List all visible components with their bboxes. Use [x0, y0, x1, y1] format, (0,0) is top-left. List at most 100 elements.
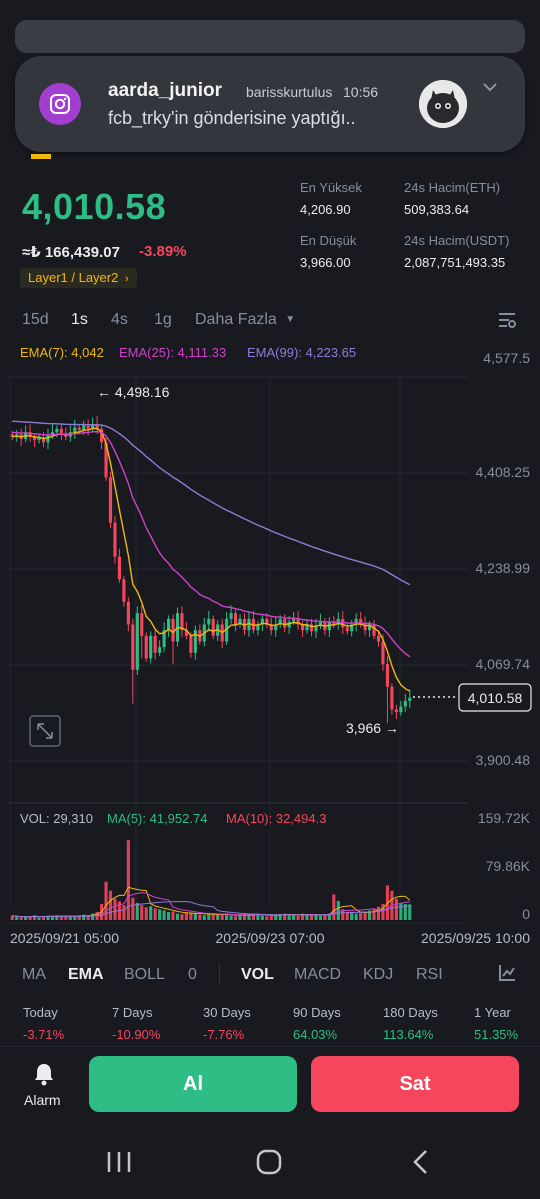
volume-bar [140, 905, 144, 920]
time-axis: 2025/09/21 05:00 2025/09/23 07:00 2025/09/… [10, 930, 530, 945]
performance-value: -10.90% [112, 1027, 161, 1042]
tab-1g[interactable]: 1g [154, 311, 172, 329]
divider [219, 963, 220, 985]
current-price-label: 4,010.58 [468, 690, 523, 706]
ema25-line [12, 430, 411, 658]
ma10-legend: MA(10): 32,494.3 [226, 811, 326, 826]
tab-4s[interactable]: 4s [111, 311, 128, 329]
candle-body [149, 635, 153, 659]
home-icon[interactable] [256, 1149, 282, 1180]
performance-label: 180 Days [383, 1005, 438, 1020]
chevron-right-icon: › [124, 273, 129, 285]
notification-card[interactable]: aarda_junior barisskurtulus 10:56 fcb_tr… [15, 56, 525, 152]
sell-button[interactable]: Sat [311, 1056, 519, 1112]
volume-bar [126, 840, 130, 920]
candle-body [283, 618, 287, 628]
volume-bar [234, 916, 238, 920]
volume-bar [287, 914, 291, 920]
bell-icon[interactable] [33, 1062, 55, 1086]
chart-settings-icon[interactable] [497, 310, 517, 330]
chart-grid [8, 376, 468, 924]
candle-body [46, 435, 50, 443]
candle-body [126, 601, 130, 625]
notification-user: barisskurtulus [246, 84, 333, 100]
more-timeframes-dropdown[interactable]: Daha Fazla ▼ [195, 311, 295, 329]
volume-bar [171, 911, 175, 920]
volume-bar [131, 897, 135, 920]
candle-body [59, 428, 63, 434]
volume-bar [19, 917, 23, 920]
volume-bar [175, 913, 180, 920]
instagram-icon [39, 83, 81, 125]
notification-title: aarda_junior [108, 80, 223, 101]
candle-body [390, 686, 394, 710]
volume-base-label: 24s Hacim(ETH) [404, 180, 501, 195]
last-price: 4,010.58 [22, 186, 167, 227]
expand-icon[interactable] [29, 715, 61, 747]
performance-label: 90 Days [293, 1005, 341, 1020]
volume-axis: 159.72K 79.86K 0 [478, 810, 531, 922]
candle-body [131, 624, 135, 670]
change-percent: -3.89% [139, 243, 187, 260]
candle-body [193, 630, 197, 653]
candle-body [153, 635, 157, 653]
volume-bar [220, 915, 224, 920]
price-tick: 4,577.5 [483, 350, 530, 366]
notification-text: fcb_trky'in gönderisine yaptığı.. [108, 108, 356, 128]
volume-bar [162, 910, 166, 920]
volume-bar [354, 913, 358, 920]
candle-body [385, 664, 389, 687]
candle-body [345, 627, 349, 632]
ema25-legend: EMA(25): 4,111.33 [119, 345, 226, 360]
candle-body [113, 522, 117, 557]
price-tick: 3,900.48 [476, 752, 531, 768]
candle-body [408, 697, 412, 701]
volume-bar [73, 916, 77, 920]
recent-apps-icon[interactable] [106, 1150, 132, 1179]
buy-button[interactable]: Al [89, 1056, 297, 1112]
indicator-settings-icon[interactable] [497, 963, 517, 983]
candle-body [229, 613, 233, 619]
volume-bar [408, 904, 412, 920]
candle-body [73, 427, 77, 433]
price-chart[interactable]: EMA(7): 4,042 EMA(25): 4,111.33 EMA(99):… [0, 335, 540, 945]
ema-legend: EMA(7): 4,042 EMA(25): 4,111.33 EMA(99):… [20, 345, 356, 360]
low-annotation: 3,966 → [346, 720, 399, 736]
indicator-boll[interactable]: BOLL [124, 966, 165, 984]
volume-bar [198, 914, 202, 920]
performance-label: 30 Days [203, 1005, 251, 1020]
alarm-label[interactable]: Alarm [24, 1092, 61, 1108]
indicator-vol[interactable]: VOL [241, 966, 274, 984]
indicator-macd[interactable]: MACD [294, 966, 341, 984]
candle-body [292, 618, 296, 622]
indicator-ma[interactable]: MA [22, 966, 46, 984]
chart-annotations: ← 4,498.16 3,966 → 4,010.58 [97, 384, 532, 736]
avatar [419, 80, 467, 128]
price-tick: 4,238.99 [476, 560, 531, 576]
volume-bar [184, 912, 188, 920]
indicator-zero[interactable]: 0 [188, 966, 197, 984]
volume-ma-lines [12, 886, 411, 918]
volume-bar [144, 907, 148, 920]
candle-body [77, 427, 81, 430]
candle-body [55, 428, 59, 433]
tab-15d[interactable]: 15d [22, 311, 49, 329]
indicator-kdj[interactable]: KDJ [363, 966, 393, 984]
candle-body [144, 635, 148, 659]
performance-label: 1 Year [474, 1005, 511, 1020]
back-icon[interactable] [410, 1149, 430, 1180]
indicator-ema[interactable]: EMA [68, 966, 104, 984]
candle-body [189, 635, 193, 653]
indicator-rsi[interactable]: RSI [416, 966, 443, 984]
notification-time: 10:56 [343, 84, 379, 100]
chevron-down-icon[interactable] [481, 78, 499, 96]
caret-down-icon: ▼ [285, 314, 296, 325]
category-tag[interactable]: Layer1 / Layer2 › [20, 268, 137, 288]
volume-bar [229, 915, 233, 920]
volume-bar [211, 914, 215, 920]
tab-1s[interactable]: 1s [71, 311, 88, 329]
volume-bar [180, 914, 184, 920]
performance-value: 113.64% [383, 1027, 434, 1042]
volume-bar [251, 915, 255, 920]
volume-bar [167, 912, 171, 920]
